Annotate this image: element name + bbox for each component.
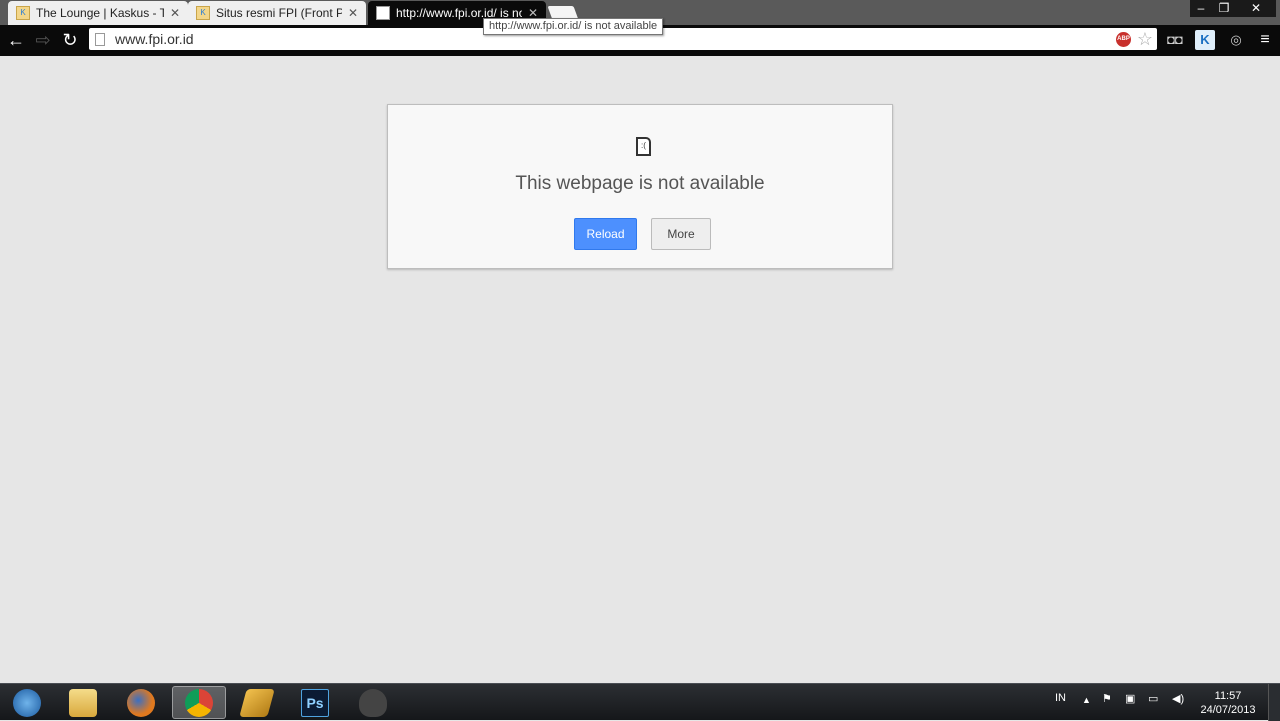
page-icon: [95, 32, 105, 46]
tab-tooltip: http://www.fpi.or.id/ is not available: [483, 18, 664, 35]
tab-close-icon[interactable]: ✕: [348, 6, 358, 20]
firefox-icon: [127, 688, 155, 717]
forward-button[interactable]: ⇨: [32, 29, 54, 51]
minimize-button[interactable]: –: [1190, 0, 1212, 17]
error-card: :( This webpage is not available Reload …: [387, 104, 893, 269]
tab-close-icon[interactable]: ✕: [170, 6, 180, 20]
show-desktop-button[interactable]: [1268, 684, 1280, 721]
taskbar: Ps IN ▲ ⚑ ▣ ▭ ◀) 11:57 24/07/2013: [0, 683, 1280, 721]
restore-button[interactable]: ❐: [1212, 0, 1236, 17]
language-indicator[interactable]: IN: [1055, 692, 1066, 704]
back-button[interactable]: ←: [5, 29, 27, 51]
kaskus-extension-icon[interactable]: K: [1195, 30, 1215, 50]
kaskus-favicon-icon: K: [16, 6, 30, 20]
reload-button[interactable]: Reload: [574, 218, 637, 250]
menu-icon[interactable]: ≡: [1255, 30, 1275, 50]
taskbar-inkscape[interactable]: [346, 686, 400, 719]
windows-logo-icon: [13, 688, 41, 717]
page-icon: [376, 6, 390, 20]
photoshop-icon: Ps: [301, 688, 329, 717]
inkscape-icon: [359, 688, 387, 717]
show-hidden-icons[interactable]: ▲: [1082, 695, 1091, 705]
bookmark-star-icon[interactable]: ☆: [1137, 28, 1153, 50]
start-button[interactable]: [0, 686, 54, 719]
network-icon[interactable]: ▭: [1148, 692, 1158, 705]
action-center-flag-icon[interactable]: ⚑: [1102, 692, 1112, 705]
error-message: This webpage is not available: [515, 173, 765, 194]
close-window-button[interactable]: ✕: [1236, 0, 1276, 17]
taskbar-photoshop[interactable]: Ps: [288, 686, 342, 719]
more-button[interactable]: More: [651, 218, 711, 250]
clock[interactable]: 11:57 24/07/2013: [1196, 689, 1260, 717]
volume-icon[interactable]: ◀): [1172, 692, 1184, 705]
taskbar-firefox[interactable]: [114, 686, 168, 719]
glasses-extension-icon[interactable]: ◘◘: [1165, 30, 1185, 50]
clock-date: 24/07/2013: [1200, 704, 1256, 716]
sad-page-icon: :(: [636, 137, 651, 156]
taskbar-winamp[interactable]: [230, 686, 284, 719]
tab-kaskus-lounge[interactable]: K The Lounge | Kaskus - The ✕: [8, 1, 188, 25]
tab-title: The Lounge | Kaskus - The: [36, 6, 164, 20]
power-icon[interactable]: ▣: [1125, 692, 1135, 705]
folder-icon: [69, 688, 97, 717]
winamp-icon: [239, 688, 275, 717]
kaskus-favicon-icon: K: [196, 6, 210, 20]
globe-extension-icon[interactable]: ◎: [1226, 30, 1246, 50]
adblock-plus-icon[interactable]: ABP: [1116, 32, 1131, 47]
clock-time: 11:57: [1214, 690, 1242, 702]
chrome-icon: [185, 688, 213, 717]
tab-title: Situs resmi FPI (Front Pem: [216, 6, 342, 20]
tab-fpi-situs[interactable]: K Situs resmi FPI (Front Pem ✕: [188, 1, 366, 25]
taskbar-explorer[interactable]: [56, 686, 110, 719]
taskbar-chrome[interactable]: [172, 686, 226, 719]
reload-icon-button[interactable]: ↻: [59, 29, 81, 51]
